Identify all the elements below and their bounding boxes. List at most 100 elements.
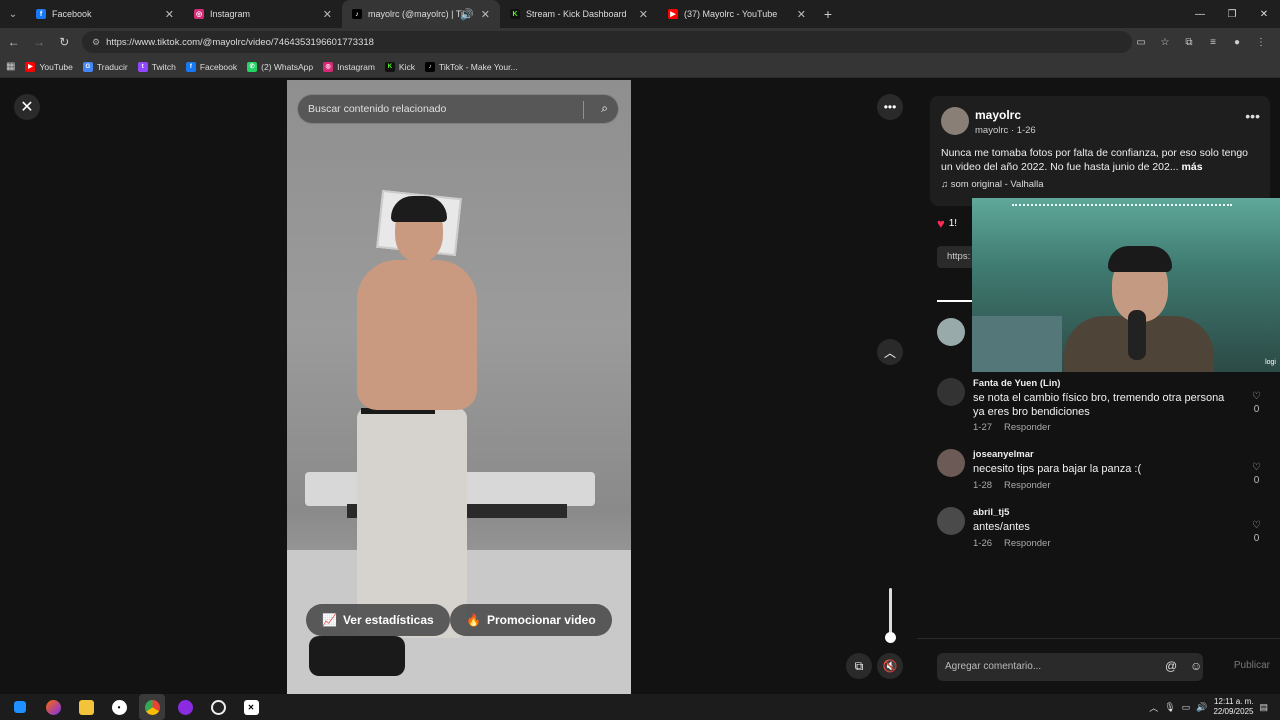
comments-panel: mayolrc mayolrc · 1-26 ••• Nunca me toma… — [917, 80, 1280, 694]
reply-link[interactable]: Responder — [1004, 422, 1050, 433]
tab-search-button[interactable]: ⌄ — [0, 0, 26, 28]
tab-tiktok[interactable]: ♪ mayolrc (@mayolrc) | TikTok 🔊 ✕ — [342, 0, 500, 28]
comment-input[interactable]: Agregar comentario... — [937, 653, 1203, 681]
comment-username[interactable]: Fanta de Yuen (Lin) — [973, 378, 1060, 389]
comment-like-button[interactable]: ♡ 0 — [1252, 519, 1261, 545]
tiktok-video-page: ✕ Buscar contenido relacionado ⌕ 📈 Ver e… — [0, 80, 1280, 694]
previous-video-button[interactable]: ︿ — [877, 339, 903, 365]
chat-app-icon[interactable]: • — [106, 694, 132, 720]
bookmark-instagram[interactable]: ◎ Instagram — [323, 61, 375, 72]
tab-instagram[interactable]: ◎ Instagram ✕ — [184, 0, 342, 28]
commenter-avatar[interactable] — [937, 449, 965, 477]
tab-label: mayolrc (@mayolrc) | TikTok — [368, 9, 468, 19]
obs-icon[interactable] — [205, 694, 231, 720]
back-icon[interactable]: ← — [2, 30, 25, 54]
cast-icon[interactable]: ▭ — [1132, 33, 1150, 51]
network-icon[interactable]: ▭ — [1182, 702, 1191, 713]
post-more-icon[interactable]: ••• — [1245, 108, 1260, 124]
bookmark-traducir[interactable]: G Traducir — [82, 61, 128, 72]
close-tab-icon[interactable]: ✕ — [639, 8, 648, 21]
commenter-avatar[interactable] — [937, 318, 965, 346]
windows-start-icon[interactable] — [7, 694, 33, 720]
emoji-icon[interactable]: ☺ — [1190, 659, 1202, 673]
site-info-icon[interactable]: ⚙ — [92, 37, 100, 48]
tab-youtube[interactable]: ▶ (37) Mayolrc - YouTube ✕ — [658, 0, 816, 28]
close-tab-icon[interactable]: ✕ — [797, 8, 806, 21]
bookmark-youtube[interactable]: ▶ YouTube — [25, 61, 73, 72]
translate-icon: G — [82, 61, 93, 72]
extensions-icon[interactable]: ⧉ — [1180, 33, 1198, 51]
bookmark-tiktok[interactable]: ♪ TikTok - Make Your... — [424, 61, 518, 72]
copy-link-box[interactable]: https: — [937, 246, 977, 268]
promote-video-button[interactable]: 🔥 Promocionar video — [450, 604, 612, 636]
app-icon-purple[interactable] — [172, 694, 198, 720]
publish-button[interactable]: Publicar — [1234, 660, 1270, 671]
author-subline: mayolrc · 1-26 — [975, 125, 1036, 136]
comment-like-button[interactable]: ♡ 0 — [1252, 461, 1261, 487]
webcam-overlay: logi — [972, 198, 1280, 372]
view-stats-button[interactable]: 📈 Ver estadísticas — [306, 604, 450, 636]
close-tab-icon[interactable]: ✕ — [165, 8, 174, 21]
taskbar-clock[interactable]: 12:11 a. m. 22/09/2025 — [1213, 697, 1253, 716]
bookmark-star-icon[interactable]: ☆ — [1156, 33, 1174, 51]
speaker-icon[interactable]: 🔊 — [460, 8, 474, 21]
related-search-input[interactable]: Buscar contenido relacionado ⌕ — [297, 94, 619, 124]
new-tab-button[interactable]: + — [816, 0, 840, 28]
tiktok-icon: ♪ — [424, 61, 435, 72]
bookmark-whatsapp[interactable]: ✆ (2) WhatsApp — [247, 61, 313, 72]
copilot-icon[interactable] — [40, 694, 66, 720]
reply-link[interactable]: Responder — [1004, 538, 1050, 549]
pip-button[interactable]: ⧉ — [846, 653, 872, 679]
more-options-button[interactable]: ••• — [877, 94, 903, 120]
menu-dots-icon[interactable]: ⋮ — [1252, 33, 1270, 51]
commenter-avatar[interactable] — [937, 378, 965, 406]
like-count-row[interactable]: ♥ 1! — [937, 216, 957, 231]
tab-kick[interactable]: K Stream - Kick Dashboard ✕ — [500, 0, 658, 28]
bookmark-kick[interactable]: K Kick — [384, 61, 415, 72]
commenter-avatar[interactable] — [937, 507, 965, 535]
profile-avatar-icon[interactable]: ● — [1228, 33, 1246, 51]
author-name[interactable]: mayolrc — [975, 108, 1021, 122]
instagram-icon: ◎ — [323, 61, 334, 72]
reply-link[interactable]: Responder — [1004, 480, 1050, 491]
author-avatar[interactable] — [941, 107, 969, 135]
webcam-microphone — [1128, 310, 1146, 360]
search-icon[interactable]: ⌕ — [601, 101, 608, 116]
comment-username[interactable]: joseanyelmar — [973, 449, 1034, 460]
mute-button[interactable]: 🔇 — [877, 653, 903, 679]
volume-icon[interactable]: 🔊 — [1196, 702, 1207, 713]
close-tab-icon[interactable]: ✕ — [323, 8, 332, 21]
reload-icon[interactable]: ↻ — [53, 30, 76, 54]
heart-filled-icon: ♥ — [937, 216, 945, 231]
media-icon[interactable]: ≡ — [1204, 33, 1222, 51]
chrome-icon[interactable] — [139, 694, 165, 720]
bookmark-facebook[interactable]: f Facebook — [185, 61, 237, 72]
file-explorer-icon[interactable] — [73, 694, 99, 720]
mention-icon[interactable]: @ — [1165, 659, 1177, 673]
close-video-button[interactable]: ✕ — [14, 94, 40, 120]
chevron-up-icon[interactable]: ︿ — [1149, 701, 1158, 714]
comment-like-count: 0 — [1253, 475, 1260, 486]
notifications-icon[interactable]: ▤ — [1259, 702, 1268, 713]
facebook-icon: f — [36, 9, 46, 19]
close-window-icon[interactable]: ✕ — [1248, 0, 1280, 28]
comment-like-button[interactable]: ♡ 0 — [1252, 390, 1261, 416]
bookmark-twitch[interactable]: t Twitch — [137, 61, 176, 72]
minimize-icon[interactable]: — — [1184, 0, 1216, 28]
restore-icon[interactable]: ❐ — [1216, 0, 1248, 28]
volume-slider-handle[interactable] — [885, 632, 896, 643]
heart-outline-icon: ♡ — [1252, 391, 1261, 402]
url-field[interactable]: ⚙ https://www.tiktok.com/@mayolrc/video/… — [81, 31, 1132, 53]
music-link[interactable]: ♫ som original - Valhalla — [941, 179, 1044, 190]
comment-username[interactable]: abril_tj5 — [973, 507, 1009, 518]
forward-icon[interactable]: → — [27, 30, 50, 54]
video-player[interactable]: Buscar contenido relacionado ⌕ 📈 Ver est… — [287, 80, 631, 694]
close-tab-icon[interactable]: ✕ — [481, 8, 490, 21]
apps-icon[interactable]: ▦ — [6, 61, 15, 72]
tab-facebook[interactable]: f Facebook ✕ — [26, 0, 184, 28]
whatsapp-icon: ✆ — [247, 61, 258, 72]
microphone-icon[interactable]: 🎙 — [1164, 702, 1175, 713]
capcut-icon[interactable]: ✕ — [238, 694, 264, 720]
caption-more-link[interactable]: más — [1182, 161, 1203, 173]
volume-slider-track[interactable] — [889, 588, 892, 636]
